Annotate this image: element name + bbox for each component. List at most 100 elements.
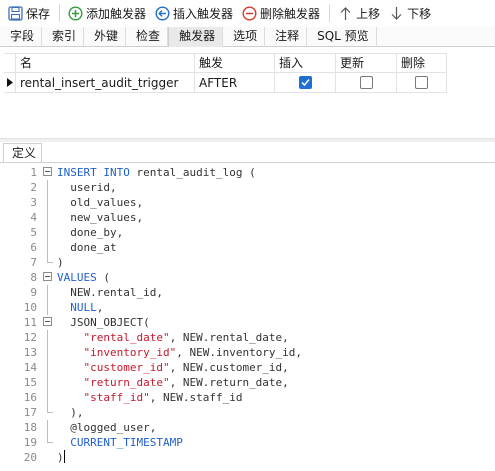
fold-guide: [43, 300, 54, 315]
column-header-delete[interactable]: 删除: [397, 54, 447, 72]
tab-sql-preview[interactable]: SQL 预览: [307, 27, 377, 47]
code-text: "staff_id", NEW.staff_id: [57, 390, 243, 405]
move-down-label: 下移: [407, 6, 432, 21]
code-line[interactable]: 14 "customer_id", NEW.customer_id,: [0, 360, 495, 375]
sql-keyword: CURRENT_TIMESTAMP: [70, 436, 183, 449]
line-number: 2: [30, 181, 37, 194]
tab-checks[interactable]: 检查: [126, 27, 169, 47]
arrow-up-icon: [337, 5, 353, 21]
sql-string: "customer_id": [83, 361, 170, 374]
save-label: 保存: [26, 6, 51, 21]
sql-text: ),: [57, 406, 84, 419]
line-number: 3: [30, 196, 37, 209]
sql-string: "return_date": [83, 376, 170, 389]
fold-guide: [43, 420, 54, 435]
delete-cell: [397, 73, 447, 92]
fold-end: [43, 255, 54, 270]
sql-string: "rental_date": [83, 331, 170, 344]
sql-editor[interactable]: 1 INSERT INTO rental_audit_log (2 userid,…: [0, 164, 495, 471]
move-up-button[interactable]: 上移: [334, 2, 383, 24]
minus-circle-icon: [241, 5, 257, 21]
code-line[interactable]: 7): [0, 255, 495, 270]
update-checkbox[interactable]: [359, 76, 373, 89]
tab-options[interactable]: 选项: [223, 27, 266, 47]
delete-checkbox[interactable]: [415, 76, 428, 89]
splitter[interactable]: [0, 138, 495, 142]
code-line[interactable]: 3 old_values,: [0, 195, 495, 210]
sql-text: , NEW.rental_date,: [169, 331, 289, 344]
code-line[interactable]: 6 done_at: [0, 240, 495, 255]
insert-checkbox[interactable]: [298, 76, 312, 89]
sql-keyword: VALUES: [57, 271, 97, 284]
save-button[interactable]: 保存: [4, 2, 53, 24]
fold-guide: [43, 375, 54, 390]
column-header-name[interactable]: 名: [16, 54, 195, 72]
code-line[interactable]: 2 userid,: [0, 180, 495, 195]
move-down-button[interactable]: 下移: [385, 2, 434, 24]
fold-toggle-icon[interactable]: [43, 270, 54, 285]
code-line[interactable]: 11 JSON_OBJECT(: [0, 315, 495, 330]
code-line[interactable]: 16 "staff_id", NEW.staff_id: [0, 390, 495, 405]
tab-fields[interactable]: 字段: [0, 27, 43, 47]
code-line[interactable]: 8 VALUES (: [0, 270, 495, 285]
fold-toggle-icon[interactable]: [43, 315, 54, 330]
table-row[interactable]: rental_insert_audit_trigger AFTER: [4, 73, 447, 93]
designer-tabs: 字段 索引 外键 检查 触发器 选项 注释 SQL 预览: [0, 27, 495, 47]
tab-foreign-keys[interactable]: 外键: [84, 27, 127, 47]
trigger-timing-cell[interactable]: AFTER: [195, 73, 275, 92]
sql-text: , NEW.inventory_id,: [176, 346, 303, 359]
tab-indexes[interactable]: 索引: [42, 27, 85, 47]
line-number: 17: [23, 406, 37, 419]
trigger-grid: 名 触发 插入 更新 删除 rental_insert_audit_trigge…: [4, 53, 447, 93]
fold-toggle-icon[interactable]: [43, 165, 54, 180]
line-number: 11: [23, 316, 37, 329]
code-text: VALUES (: [57, 270, 110, 285]
line-number: 6: [30, 241, 37, 254]
insert-trigger-button[interactable]: 插入触发器: [151, 2, 236, 24]
code-line[interactable]: 15 "return_date", NEW.return_date,: [0, 375, 495, 390]
fold-end: [43, 405, 54, 420]
tab-comments[interactable]: 注释: [265, 27, 308, 47]
delete-trigger-button[interactable]: 删除触发器: [238, 2, 323, 24]
fold-guide: [43, 240, 54, 255]
add-trigger-button[interactable]: 添加触发器: [64, 2, 149, 24]
column-header-insert[interactable]: 插入: [275, 54, 336, 72]
fold-guide: [43, 180, 54, 195]
line-number: 14: [23, 361, 37, 374]
code-line[interactable]: 19 CURRENT_TIMESTAMP: [0, 435, 495, 450]
tab-definition[interactable]: 定义: [3, 143, 42, 163]
code-line[interactable]: 10 NULL,: [0, 300, 495, 315]
plus-circle-icon: [67, 5, 83, 21]
left-arrow-circle-icon: [154, 5, 170, 21]
code-line[interactable]: 20): [0, 450, 495, 465]
fold-guide: [43, 285, 54, 300]
move-up-label: 上移: [356, 6, 381, 21]
sql-text: ): [57, 451, 64, 464]
column-header-update[interactable]: 更新: [336, 54, 397, 72]
fold-guide: [43, 195, 54, 210]
fold-guide: [43, 360, 54, 375]
code-text: ),: [57, 405, 84, 420]
code-line[interactable]: 12 "rental_date", NEW.rental_date,: [0, 330, 495, 345]
code-text: done_by,: [57, 225, 123, 240]
code-text: ): [57, 450, 65, 465]
code-line[interactable]: 5 done_by,: [0, 225, 495, 240]
save-disk-icon: [7, 5, 23, 21]
code-text: "customer_id", NEW.customer_id,: [57, 360, 289, 375]
code-line[interactable]: 17 ),: [0, 405, 495, 420]
code-line[interactable]: 13 "inventory_id", NEW.inventory_id,: [0, 345, 495, 360]
column-header-timing[interactable]: 触发: [195, 54, 275, 72]
code-line[interactable]: 18 @logged_user,: [0, 420, 495, 435]
trigger-name-cell[interactable]: rental_insert_audit_trigger: [16, 73, 195, 92]
code-line[interactable]: 1 INSERT INTO rental_audit_log (: [0, 165, 495, 180]
code-line[interactable]: 4 new_values,: [0, 210, 495, 225]
code-text: NULL,: [57, 300, 103, 315]
sql-keyword: INSERT INTO: [57, 166, 130, 179]
sql-text: , NEW.staff_id: [149, 391, 243, 404]
code-line[interactable]: 9 NEW.rental_id,: [0, 285, 495, 300]
tab-triggers[interactable]: 触发器: [168, 27, 224, 47]
